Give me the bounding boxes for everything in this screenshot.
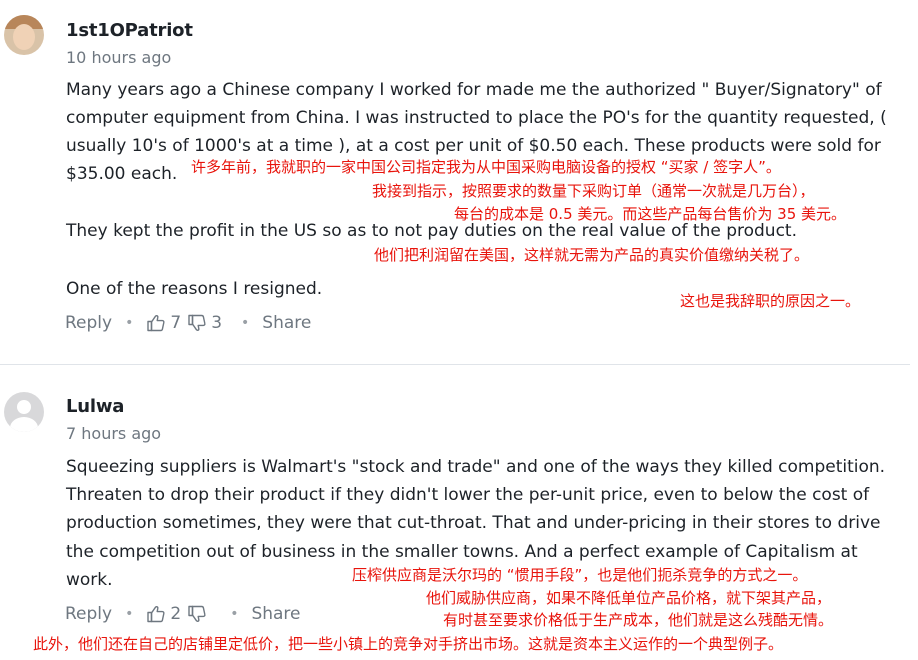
separator-dot: • [125, 606, 134, 622]
comment-item: 1st1OPatriot 10 hours ago Many years ago… [0, 0, 918, 360]
avatar[interactable] [4, 15, 44, 55]
translation-line: 我接到指示，按照要求的数量下采购订单（通常一次就是几万台）， [372, 182, 815, 200]
translation-line: 此外，他们还在自己的店铺里定低价，把一些小镇上的竞争对手挤出市场。这就是资本主义… [33, 635, 784, 653]
comment-actions: Reply • 7 3 • Share [65, 311, 311, 335]
thumbs-up-icon [147, 315, 165, 332]
comment-text-line: Many years ago a Chinese company I worke… [66, 80, 882, 100]
comment-text-line: Threaten to drop their product if they d… [66, 485, 870, 505]
downvote-button[interactable] [187, 604, 217, 624]
thumbs-down-icon [188, 605, 206, 622]
separator-dot: • [125, 315, 134, 331]
avatar[interactable] [4, 392, 44, 432]
avatar-face [13, 24, 35, 50]
translation-line: 他们威胁供应商，如果不降低单位产品价格，就下架其产品， [426, 589, 832, 607]
comment-timestamp: 7 hours ago [66, 424, 162, 443]
comment-text-line: Squeezing suppliers is Walmart's "stock … [66, 457, 886, 477]
translation-line: 压榨供应商是沃尔玛的 “惯用手段”，也是他们扼杀竞争的方式之一。 [352, 566, 808, 584]
avatar-head-shape [17, 400, 31, 414]
share-button[interactable]: Share [251, 604, 300, 624]
upvote-count: 7 [170, 313, 182, 333]
comment-timestamp: 10 hours ago [66, 48, 172, 67]
comment-actions: Reply • 2 • Share [65, 602, 301, 626]
translation-line: 这也是我辞职的原因之一。 [680, 292, 861, 310]
reply-button[interactable]: Reply [65, 604, 112, 624]
reply-button[interactable]: Reply [65, 313, 112, 333]
upvote-button[interactable]: 7 [146, 313, 187, 333]
comment-text-line: work. [66, 570, 113, 590]
comment-item: Lulwa 7 hours ago Squeezing suppliers is… [0, 365, 918, 660]
comment-text-line: production sometimes, they were that cut… [66, 513, 881, 533]
thumbs-up-icon [147, 606, 165, 623]
comment-username[interactable]: 1st1OPatriot [66, 20, 193, 41]
separator-dot: • [230, 606, 239, 622]
comment-username[interactable]: Lulwa [66, 396, 124, 417]
comment-text-line: $35.00 each. [66, 164, 178, 184]
upvote-button[interactable]: 2 [146, 604, 187, 624]
comment-text-line: the competition out of business in the s… [66, 542, 858, 562]
upvote-count: 2 [170, 604, 182, 624]
translation-line: 有时甚至要求价格低于生产成本，他们就是这么残酷无情。 [443, 611, 834, 629]
avatar-body-shape [10, 417, 38, 432]
share-button[interactable]: Share [262, 313, 311, 333]
thumbs-down-icon [188, 314, 206, 331]
translation-line: 他们把利润留在美国，这样就无需为产品的真实价值缴纳关税了。 [374, 246, 810, 264]
comment-text-line: One of the reasons I resigned. [66, 279, 323, 299]
comment-text-line: usually 10's of 1000's at a time ), at a… [66, 136, 881, 156]
comment-text-line: computer equipment from China. I was ins… [66, 108, 887, 128]
translation-line: 许多年前，我就职的一家中国公司指定我为从中国采购电脑设备的授权 “买家 / 签字… [191, 158, 781, 176]
downvote-count: 3 [211, 313, 223, 333]
separator-dot: • [241, 315, 250, 331]
translation-line: 每台的成本是 0.5 美元。而这些产品每台售价为 35 美元。 [454, 205, 847, 223]
downvote-button[interactable]: 3 [187, 313, 228, 333]
